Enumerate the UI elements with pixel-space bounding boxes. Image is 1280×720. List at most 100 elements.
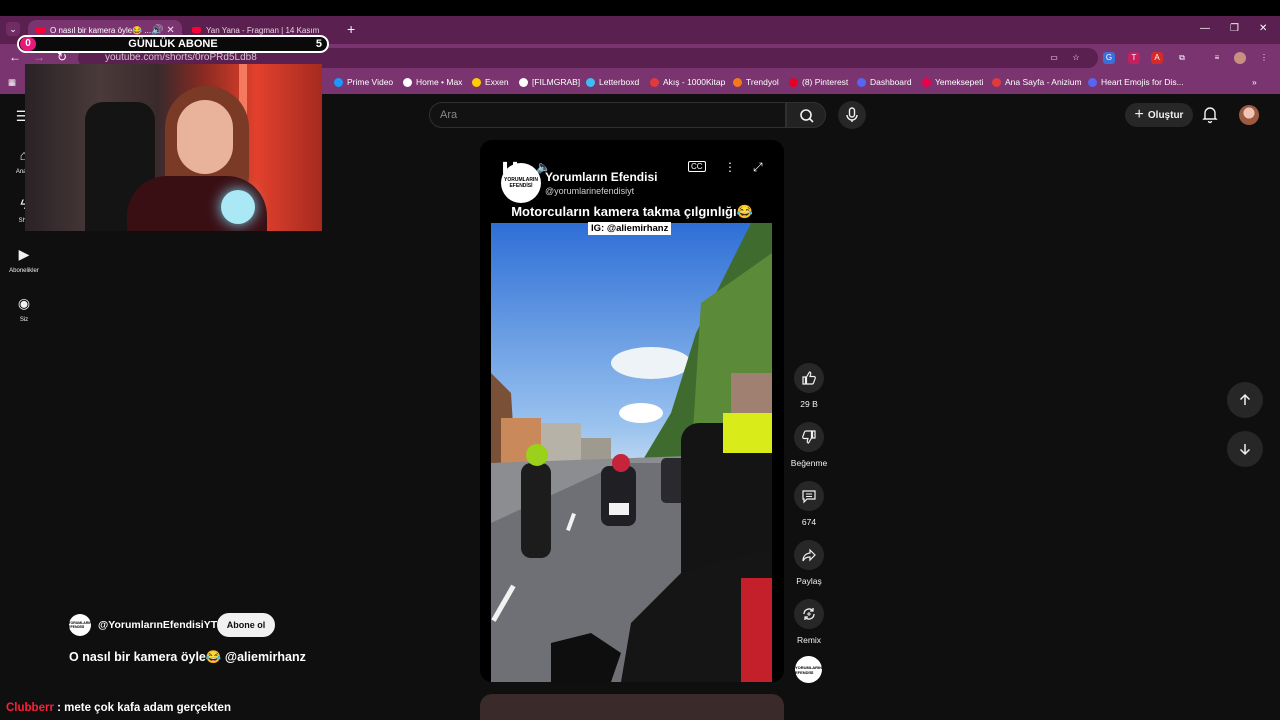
bookmark-item[interactable]: Yemeksepeti: [922, 77, 983, 87]
chat-message: : mete çok kafa adam gerçekten: [53, 702, 231, 714]
screen: ⌄ O nasıl bir kamera öyle😂 ... 🔊 ✕ Yan Y…: [0, 0, 1280, 720]
dislike-button[interactable]: Beğenme: [791, 422, 827, 468]
tab-search-icon[interactable]: ⌄: [6, 22, 20, 36]
bookmark-item[interactable]: Prime Video: [334, 77, 393, 87]
share-button[interactable]: Paylaş: [791, 540, 827, 586]
trendyol-icon: [733, 77, 742, 87]
closed-captions-icon[interactable]: CC: [688, 161, 706, 172]
sidebar-item-subscriptions[interactable]: ▶ Abonelikler: [4, 246, 44, 274]
translate-extension-icon[interactable]: G: [1103, 52, 1115, 64]
bookmark-item[interactable]: Letterboxd: [586, 77, 639, 87]
video-still: [491, 223, 772, 682]
video-channel-name: Yorumların Efendisi: [545, 170, 658, 184]
bookmark-item[interactable]: Exxen: [472, 77, 509, 87]
thumbs-up-icon: [802, 371, 816, 385]
video-channel-handle: @yorumlarinefendisiyt: [545, 186, 635, 196]
tab-close-icon[interactable]: 🔊 ✕: [151, 25, 175, 36]
voice-search-button[interactable]: [838, 101, 866, 129]
like-count: 29 B: [800, 399, 818, 409]
exxen-icon: [472, 77, 481, 87]
like-button[interactable]: 29 B: [791, 363, 827, 409]
comment-count: 674: [801, 517, 817, 527]
menu-kebab-icon[interactable]: ⋮: [1258, 52, 1270, 64]
window-top-edge: [0, 0, 1280, 16]
close-window-icon[interactable]: ✕: [1259, 23, 1267, 34]
remix-label: Remix: [796, 635, 822, 645]
stream-chat-line: Clubberr : mete çok kafa adam gerçekten: [6, 702, 231, 714]
user-icon: ◉: [17, 295, 31, 311]
maximize-icon[interactable]: ❐: [1230, 23, 1239, 34]
more-bookmarks-icon[interactable]: »: [1252, 77, 1257, 87]
notifications-bell-icon[interactable]: [1200, 104, 1220, 124]
pinterest-icon: [789, 77, 798, 87]
daily-subscriber-goal: 0 GÜNLÜK ABONE 5: [17, 35, 329, 53]
prime-video-icon: [334, 77, 343, 87]
video-frame: [491, 223, 772, 682]
sidebar-item-you[interactable]: ◉ Siz: [4, 295, 44, 323]
remix-icon: [803, 608, 815, 620]
install-app-icon[interactable]: ▭: [1048, 52, 1060, 64]
video-caption-overlay: Motorcuların kamera takma çılgınlığı😂: [511, 204, 753, 219]
max-icon: [403, 77, 412, 87]
microphone: [221, 190, 255, 224]
channel-logo: YORUMLARIN EFENDİSİ: [501, 163, 541, 203]
chat-username: Clubberr: [6, 702, 54, 714]
media-control-icon[interactable]: ≡: [1211, 52, 1223, 64]
bookmark-item[interactable]: Dashboard: [857, 77, 912, 87]
short-video-player[interactable]: ❚❚ 🔈 CC ⋮ ⤢ YORUMLARIN EFENDİSİ Yorumlar…: [480, 140, 784, 682]
profile-icon[interactable]: [1234, 52, 1246, 64]
subscriber-goal-target: 5: [315, 38, 322, 50]
subscriptions-icon: ▶: [18, 246, 30, 262]
channel-avatar[interactable]: YORUMLARIN EFENDİSİ: [68, 614, 92, 636]
comments-button[interactable]: 674: [791, 481, 827, 527]
thumbs-down-icon: [802, 430, 816, 444]
minimize-icon[interactable]: —: [1200, 23, 1210, 34]
bookmark-item[interactable]: Home • Max: [403, 77, 462, 87]
letterboxd-icon: [586, 77, 595, 87]
search-icon: [800, 109, 814, 123]
extensions-icon[interactable]: ⧉: [1176, 52, 1188, 64]
tp-extension-icon[interactable]: T: [1128, 52, 1140, 64]
heart-emojis-icon: [1088, 77, 1097, 87]
previous-short-button[interactable]: [1227, 382, 1263, 418]
share-label: Paylaş: [796, 576, 822, 586]
short-title: O nasıl bir kamera öyle😂 @aliemirhanz: [69, 650, 306, 664]
instagram-tag: IG: @aliemirhanz: [588, 222, 672, 235]
new-tab-icon[interactable]: +: [347, 21, 355, 37]
channel-handle-link[interactable]: @YorumlarınEfendisiYT: [98, 619, 217, 631]
filmgrab-icon: [519, 77, 528, 87]
yemeksepeti-icon: [922, 77, 931, 87]
bookmark-item[interactable]: [FILMGRAB]: [519, 77, 580, 87]
anizium-icon: [992, 77, 1001, 87]
account-avatar[interactable]: [1239, 105, 1259, 125]
bookmark-item[interactable]: (8) Pinterest: [789, 77, 848, 87]
microphone-icon: [846, 107, 858, 122]
next-short-preview[interactable]: [480, 694, 784, 720]
create-button[interactable]: + Oluştur: [1125, 103, 1193, 127]
back-icon[interactable]: ←: [9, 50, 21, 64]
more-options-icon[interactable]: ⋮: [724, 160, 736, 174]
next-short-button[interactable]: [1227, 431, 1263, 467]
search-input[interactable]: Ara: [429, 102, 786, 128]
subscriber-goal-title: GÜNLÜK ABONE: [128, 38, 218, 50]
search-placeholder: Ara: [440, 109, 458, 121]
arrow-down-icon: [1239, 444, 1251, 456]
fullscreen-icon[interactable]: ⤢: [753, 160, 763, 175]
subscribe-button[interactable]: Abone ol: [217, 613, 275, 637]
sound-channel-avatar[interactable]: YORUMLARIN EFENDİSİ: [795, 656, 822, 683]
tab-title: O nasıl bir kamera öyle😂 ...: [50, 25, 152, 35]
bookmark-item[interactable]: Akış - 1000Kitap: [650, 77, 725, 87]
bookmark-star-icon[interactable]: ☆: [1070, 52, 1082, 64]
youtube-favicon-icon: [192, 27, 201, 33]
dashboard-icon: [857, 77, 866, 87]
remix-button[interactable]: Remix: [791, 599, 827, 645]
adblock-extension-icon[interactable]: A: [1151, 52, 1163, 64]
apps-grid-icon[interactable]: ▦: [8, 77, 16, 88]
bookmark-item[interactable]: Trendyol: [733, 77, 779, 87]
search-button[interactable]: [786, 102, 826, 128]
bookmark-item[interactable]: Heart Emojis for Dis...: [1088, 77, 1184, 87]
tab-title: Yan Yana - Fragman | 14 Kasım: [206, 25, 320, 35]
bookmark-item[interactable]: Ana Sayfa - Anizium: [992, 77, 1082, 87]
streamer-webcam: [25, 64, 322, 231]
arrow-up-icon: [1239, 393, 1251, 405]
